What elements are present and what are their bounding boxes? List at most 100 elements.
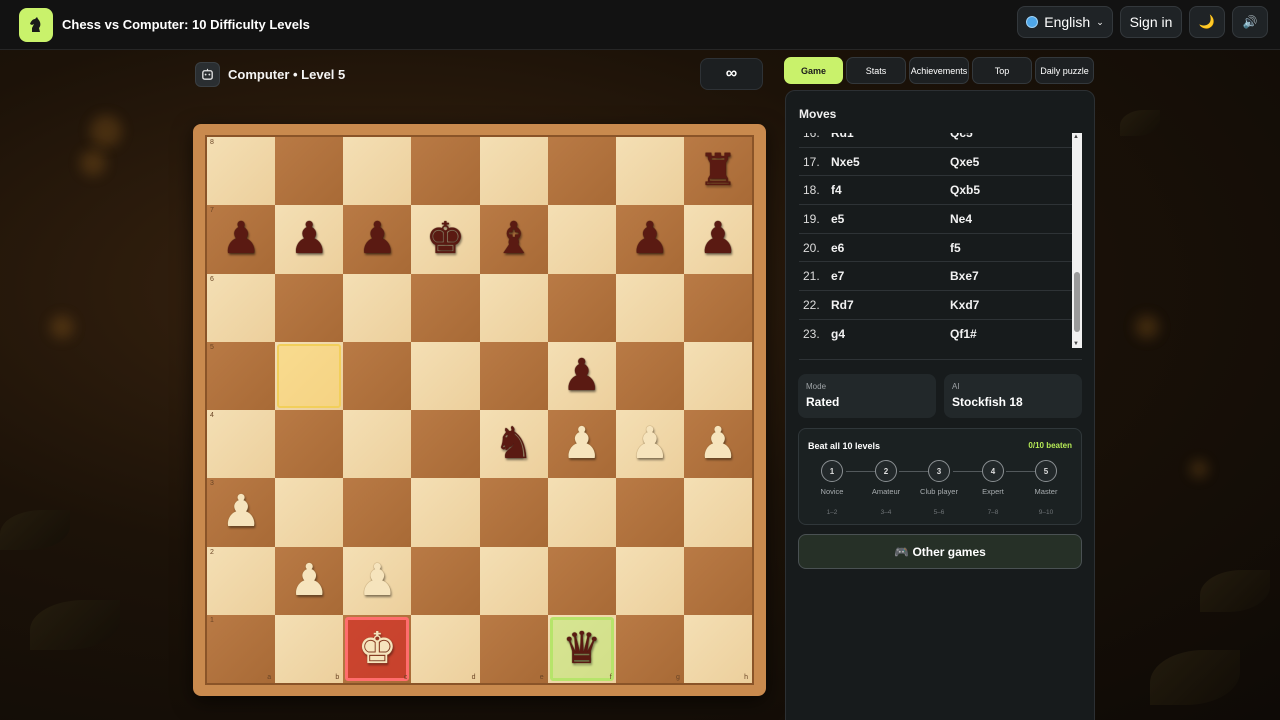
black-rook-icon[interactable]: ♜ <box>698 149 737 193</box>
square-e1[interactable]: e <box>479 614 548 683</box>
square-a3[interactable]: 3 ♟ <box>207 478 276 547</box>
tab-stats[interactable]: Stats <box>846 57 906 84</box>
square-a5[interactable]: 5 <box>207 341 276 410</box>
black-move[interactable]: Bxe7 <box>950 269 1060 283</box>
square-g8[interactable] <box>615 137 684 206</box>
square-c7[interactable]: ♟ <box>343 205 412 274</box>
square-e3[interactable] <box>479 478 548 547</box>
black-pawn-icon[interactable]: ♟ <box>562 353 601 398</box>
square-d4[interactable] <box>411 410 480 479</box>
white-move[interactable]: g4 <box>831 327 950 341</box>
square-e5[interactable] <box>479 341 548 410</box>
white-pawn-icon[interactable]: ♟ <box>562 422 601 466</box>
square-a7[interactable]: 7 ♟ <box>207 205 276 274</box>
square-h2[interactable] <box>683 546 752 615</box>
move-row[interactable]: 16.Rd1Qc5 <box>799 133 1082 148</box>
black-knight-icon[interactable]: ♞ <box>494 422 533 466</box>
square-g1[interactable]: g <box>615 614 684 683</box>
square-g5[interactable] <box>615 341 684 410</box>
square-d7[interactable]: ♚ <box>411 205 480 274</box>
white-pawn-icon[interactable]: ♟ <box>698 422 737 466</box>
square-h8[interactable]: ♜ <box>683 137 752 206</box>
square-h1[interactable]: h <box>683 614 752 683</box>
square-f2[interactable] <box>547 546 616 615</box>
white-move[interactable]: Nxe5 <box>831 155 950 169</box>
black-move[interactable]: Ne4 <box>950 212 1060 226</box>
square-a4[interactable]: 4 <box>207 410 276 479</box>
square-d3[interactable] <box>411 478 480 547</box>
black-move[interactable]: Qc5 <box>950 133 1060 140</box>
square-b6[interactable] <box>275 273 344 342</box>
move-row[interactable]: 20. e6 f5 <box>799 234 1082 263</box>
scroll-thumb[interactable] <box>1074 272 1080 332</box>
chess-board[interactable]: 8 ♜ 7 ♟ ♟ ♟ ♚ ♝ ♟ ♟ 6 5 ♟ 4 ♞ ♟ ♟ ♟ 3 ♟ 2 ♟ ♟ 1 a b c ♚ d e f ♛ g h <box>207 137 752 683</box>
square-f6[interactable] <box>547 273 616 342</box>
square-g3[interactable] <box>615 478 684 547</box>
square-h7[interactable]: ♟ <box>683 205 752 274</box>
square-f1[interactable]: f ♛ <box>547 614 616 683</box>
moves-list[interactable]: 16.Rd1Qc5 17. Nxe5Qxe5 18. f4Qxb5 19. e5Ne4 20.… <box>799 133 1082 348</box>
scroll-up-icon[interactable]: ▲ <box>1073 134 1079 140</box>
move-row[interactable]: 19. e5 Ne4 <box>799 205 1082 234</box>
white-king-icon[interactable]: ♚ <box>358 626 397 671</box>
white-move[interactable]: e5 <box>831 212 950 226</box>
tab-achievements[interactable]: Achievements <box>909 57 969 84</box>
square-b8[interactable] <box>275 137 344 206</box>
square-a6[interactable]: 6 <box>207 273 276 342</box>
move-row[interactable]: 17. Nxe5 Qxe5 <box>799 148 1082 177</box>
white-move[interactable]: e6 <box>831 241 950 255</box>
white-move[interactable]: Rd1 <box>831 133 950 140</box>
square-h6[interactable] <box>683 273 752 342</box>
black-pawn-icon[interactable]: ♟ <box>221 217 260 261</box>
square-f4[interactable]: ♟ <box>547 410 616 479</box>
square-b7[interactable]: ♟ <box>275 205 344 274</box>
black-pawn-icon[interactable]: ♟ <box>289 217 328 261</box>
white-pawn-icon[interactable]: ♟ <box>630 422 669 466</box>
square-b2[interactable]: ♟ <box>275 546 344 615</box>
black-move[interactable]: Qf1# <box>950 327 1060 341</box>
scroll-down-icon[interactable]: ▼ <box>1073 341 1079 347</box>
square-d5[interactable] <box>411 341 480 410</box>
square-e4[interactable]: ♞ <box>479 410 548 479</box>
black-pawn-icon[interactable]: ♟ <box>698 217 737 261</box>
language-selector[interactable]: English ⌄ <box>1017 6 1113 38</box>
square-c5[interactable] <box>343 341 412 410</box>
square-b3[interactable] <box>275 478 344 547</box>
square-f7[interactable] <box>547 205 616 274</box>
move-row[interactable]: 21. e7 Bxe7 <box>799 262 1082 292</box>
square-c2[interactable]: ♟ <box>343 546 412 615</box>
black-king-icon[interactable]: ♚ <box>426 217 465 261</box>
black-move[interactable]: Kxd7 <box>950 298 1060 312</box>
square-c6[interactable] <box>343 273 412 342</box>
white-move[interactable]: e7 <box>831 269 950 283</box>
square-c4[interactable] <box>343 410 412 479</box>
white-pawn-icon[interactable]: ♟ <box>289 558 328 603</box>
square-c1[interactable]: c ♚ <box>343 614 412 683</box>
tab-game[interactable]: Game <box>784 57 843 84</box>
move-row[interactable]: 23. g4 Qf1# <box>799 320 1082 348</box>
black-move[interactable]: Qxe5 <box>950 155 1060 169</box>
square-e2[interactable] <box>479 546 548 615</box>
square-g7[interactable]: ♟ <box>615 205 684 274</box>
black-move[interactable]: f5 <box>950 241 1060 255</box>
moves-scrollbar[interactable]: ▲ ▼ <box>1072 133 1082 348</box>
square-g4[interactable]: ♟ <box>615 410 684 479</box>
black-pawn-icon[interactable]: ♟ <box>358 217 397 261</box>
black-queen-icon[interactable]: ♛ <box>562 626 601 671</box>
sign-in-button[interactable]: Sign in <box>1120 6 1182 38</box>
square-e8[interactable] <box>479 137 548 206</box>
square-d8[interactable] <box>411 137 480 206</box>
theme-toggle-button[interactable]: 🌙 <box>1189 6 1225 38</box>
move-row[interactable]: 18. f4 Qxb5 <box>799 176 1082 206</box>
square-f5[interactable]: ♟ <box>547 341 616 410</box>
square-c8[interactable] <box>343 137 412 206</box>
tab-top[interactable]: Top <box>972 57 1032 84</box>
square-f8[interactable] <box>547 137 616 206</box>
square-d2[interactable] <box>411 546 480 615</box>
app-logo[interactable] <box>19 7 53 42</box>
square-h4[interactable]: ♟ <box>683 410 752 479</box>
square-a1[interactable]: 1a <box>207 614 276 683</box>
square-e6[interactable] <box>479 273 548 342</box>
square-b4[interactable] <box>275 410 344 479</box>
square-c3[interactable] <box>343 478 412 547</box>
